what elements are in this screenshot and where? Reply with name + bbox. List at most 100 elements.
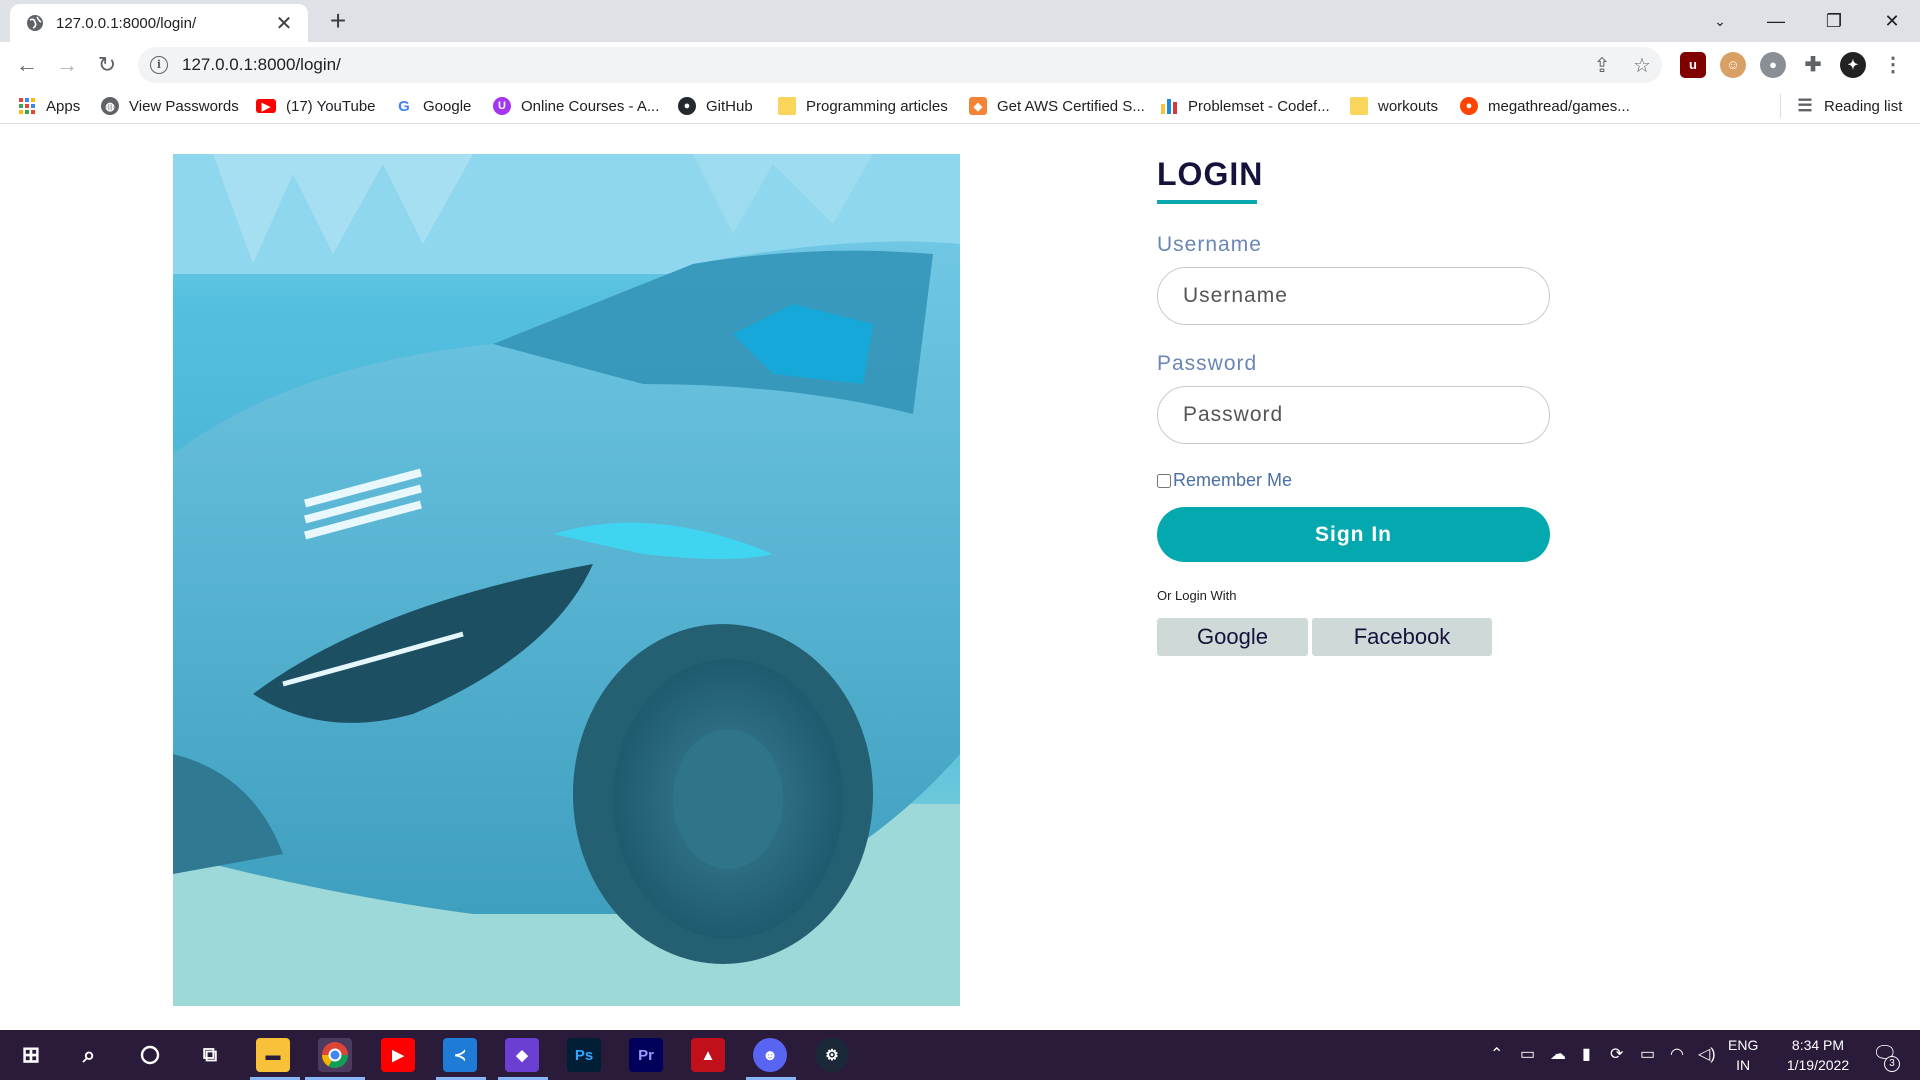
system-clock[interactable]: 8:34 PM 1/19/2022 bbox=[1772, 1035, 1864, 1075]
bookmarks-bar: Apps ◍ View Passwords ▶ (17) YouTube G G… bbox=[0, 88, 1920, 124]
bookmark-github[interactable]: ● GitHub bbox=[678, 95, 753, 117]
bookmark-label: workouts bbox=[1378, 97, 1439, 115]
windows-taskbar: ⊞ ⌕ ⧉ ▬ ▶ ≺ ◆ Ps Pr ▲ ☻ ⚙ ⌃ ▭ ☁ ▮ ⟳ ▭ ◠ … bbox=[0, 1030, 1920, 1080]
steam-icon[interactable]: ⚙ bbox=[815, 1038, 849, 1072]
game-app-icon[interactable]: ▲ bbox=[691, 1038, 725, 1072]
show-hidden-icons-icon[interactable]: ⌃ bbox=[1490, 1044, 1503, 1064]
remember-me-checkbox[interactable] bbox=[1157, 473, 1171, 488]
tab-search-icon[interactable]: ⌄ bbox=[1700, 6, 1740, 36]
bookmark-label: (17) YouTube bbox=[286, 97, 376, 115]
battery-icon[interactable]: ▭ bbox=[1640, 1044, 1655, 1064]
bookmark-view-passwords[interactable]: ◍ View Passwords bbox=[101, 95, 239, 117]
chrome-icon[interactable] bbox=[318, 1038, 352, 1072]
start-button-icon[interactable]: ⊞ bbox=[14, 1038, 48, 1072]
vscode-icon[interactable]: ≺ bbox=[443, 1038, 477, 1072]
language-label: ENG bbox=[1728, 1037, 1759, 1053]
close-tab-icon[interactable]: ✕ bbox=[272, 11, 296, 36]
wifi-icon[interactable]: ◠ bbox=[1670, 1044, 1684, 1064]
restore-button[interactable]: ❐ bbox=[1814, 6, 1854, 36]
hero-car-image bbox=[173, 154, 960, 1006]
region-label: IN bbox=[1736, 1057, 1751, 1073]
close-window-button[interactable]: ✕ bbox=[1872, 6, 1912, 36]
cortana-icon[interactable] bbox=[133, 1038, 167, 1072]
bookmark-online-courses[interactable]: U Online Courses - A... bbox=[493, 95, 659, 117]
bookmark-label: Get AWS Certified S... bbox=[997, 97, 1145, 115]
remember-me[interactable]: Remember Me bbox=[1157, 470, 1292, 491]
bookmark-youtube[interactable]: ▶ (17) YouTube bbox=[256, 95, 376, 117]
folder-icon bbox=[1350, 97, 1368, 115]
password-input[interactable] bbox=[1157, 386, 1550, 444]
google-login-button[interactable]: Google bbox=[1157, 618, 1308, 656]
photoshop-icon[interactable]: Ps bbox=[567, 1038, 601, 1072]
extension-icon[interactable]: ● bbox=[1760, 52, 1786, 78]
reload-button[interactable]: ↻ bbox=[92, 50, 122, 80]
site-info-icon[interactable]: i bbox=[150, 56, 168, 74]
car-illustration bbox=[173, 154, 960, 1006]
youtube-app-icon[interactable]: ▶ bbox=[381, 1038, 415, 1072]
obsidian-icon[interactable]: ◆ bbox=[505, 1038, 539, 1072]
username-label: Username bbox=[1157, 233, 1262, 256]
apps-grid-icon bbox=[19, 98, 35, 114]
password-label: Password bbox=[1157, 352, 1258, 375]
bookmark-label: Problemset - Codef... bbox=[1188, 97, 1330, 115]
meet-now-icon[interactable]: ▭ bbox=[1520, 1044, 1535, 1064]
update-icon[interactable]: ⟳ bbox=[1610, 1044, 1623, 1064]
clock-date: 1/19/2022 bbox=[1786, 1057, 1850, 1073]
volume-icon[interactable]: ◁) bbox=[1698, 1044, 1716, 1064]
bookmark-label: GitHub bbox=[706, 97, 753, 115]
tab-strip: 127.0.0.1:8000/login/ ✕ + ⌄ — ❐ ✕ bbox=[0, 0, 1920, 42]
language-indicator[interactable]: ENG IN bbox=[1728, 1035, 1758, 1075]
bookmark-label: Google bbox=[423, 97, 472, 115]
forward-button[interactable]: → bbox=[52, 50, 82, 80]
tab-title: 127.0.0.1:8000/login/ bbox=[56, 14, 197, 32]
profile-avatar[interactable]: ✦ bbox=[1840, 52, 1866, 78]
remember-me-label: Remember Me bbox=[1173, 470, 1293, 490]
bookmark-google[interactable]: G Google bbox=[395, 95, 471, 117]
new-tab-button[interactable]: + bbox=[322, 6, 354, 36]
address-bar[interactable]: i 127.0.0.1:8000/login/ ⇪ ☆ bbox=[138, 47, 1662, 83]
task-view-icon[interactable]: ⧉ bbox=[193, 1038, 227, 1072]
globe-icon bbox=[27, 15, 43, 31]
bookmark-label: Online Courses - A... bbox=[521, 97, 660, 115]
puzzle-extensions-icon[interactable]: ✚ bbox=[1800, 52, 1826, 78]
avatar-extension-icon[interactable]: ☺ bbox=[1720, 52, 1746, 78]
discord-icon[interactable]: ☻ bbox=[753, 1038, 787, 1072]
microphone-icon[interactable]: ▮ bbox=[1582, 1044, 1591, 1064]
sign-in-button[interactable]: Sign In bbox=[1157, 507, 1550, 562]
premiere-pro-icon[interactable]: Pr bbox=[629, 1038, 663, 1072]
onedrive-icon[interactable]: ☁ bbox=[1550, 1044, 1566, 1064]
bookmark-workouts[interactable]: workouts bbox=[1350, 95, 1438, 117]
bookmark-label: Apps bbox=[46, 97, 81, 115]
bookmark-label: megathread/games... bbox=[1488, 97, 1630, 115]
share-icon[interactable]: ⇪ bbox=[1582, 53, 1622, 78]
clock-time: 8:34 PM bbox=[1791, 1037, 1845, 1053]
search-icon[interactable]: ⌕ bbox=[72, 1038, 106, 1072]
bookmark-star-icon[interactable]: ☆ bbox=[1622, 53, 1662, 78]
file-explorer-icon[interactable]: ▬ bbox=[256, 1038, 290, 1072]
ublock-extension-icon[interactable]: u bbox=[1680, 52, 1706, 78]
bookmark-codeforces[interactable]: Problemset - Codef... bbox=[1160, 95, 1330, 117]
minimize-button[interactable]: — bbox=[1756, 6, 1796, 36]
page-title: LOGIN bbox=[1157, 156, 1264, 192]
url-text[interactable]: 127.0.0.1:8000/login/ bbox=[182, 55, 1582, 75]
browser-toolbar: ← → ↻ i 127.0.0.1:8000/login/ ⇪ ☆ u ☺ ● … bbox=[0, 42, 1920, 88]
youtube-icon: ▶ bbox=[256, 99, 276, 113]
bookmark-apps[interactable]: Apps bbox=[18, 95, 80, 117]
bookmark-aws[interactable]: ◆ Get AWS Certified S... bbox=[969, 95, 1145, 117]
bookmark-reddit[interactable]: ● megathread/games... bbox=[1460, 95, 1630, 117]
codeforces-icon bbox=[1161, 99, 1177, 114]
or-login-with-text: Or Login With bbox=[1157, 588, 1237, 603]
facebook-login-button[interactable]: Facebook bbox=[1312, 618, 1492, 656]
reading-list-label: Reading list bbox=[1824, 97, 1903, 115]
browser-tab[interactable]: 127.0.0.1:8000/login/ ✕ bbox=[10, 4, 308, 42]
google-icon: G bbox=[398, 97, 410, 115]
menu-kebab-icon[interactable]: ⋮ bbox=[1880, 52, 1906, 78]
globe-icon: ◍ bbox=[101, 97, 119, 115]
bookmark-programming-articles[interactable]: Programming articles bbox=[778, 95, 948, 117]
back-button[interactable]: ← bbox=[12, 50, 42, 80]
cube-icon: ◆ bbox=[969, 97, 987, 115]
reading-list-button[interactable]: ☰ Reading list bbox=[1796, 95, 1902, 117]
notification-count-badge: 3 bbox=[1884, 1056, 1900, 1072]
title-underline bbox=[1157, 200, 1257, 204]
username-input[interactable] bbox=[1157, 267, 1550, 325]
